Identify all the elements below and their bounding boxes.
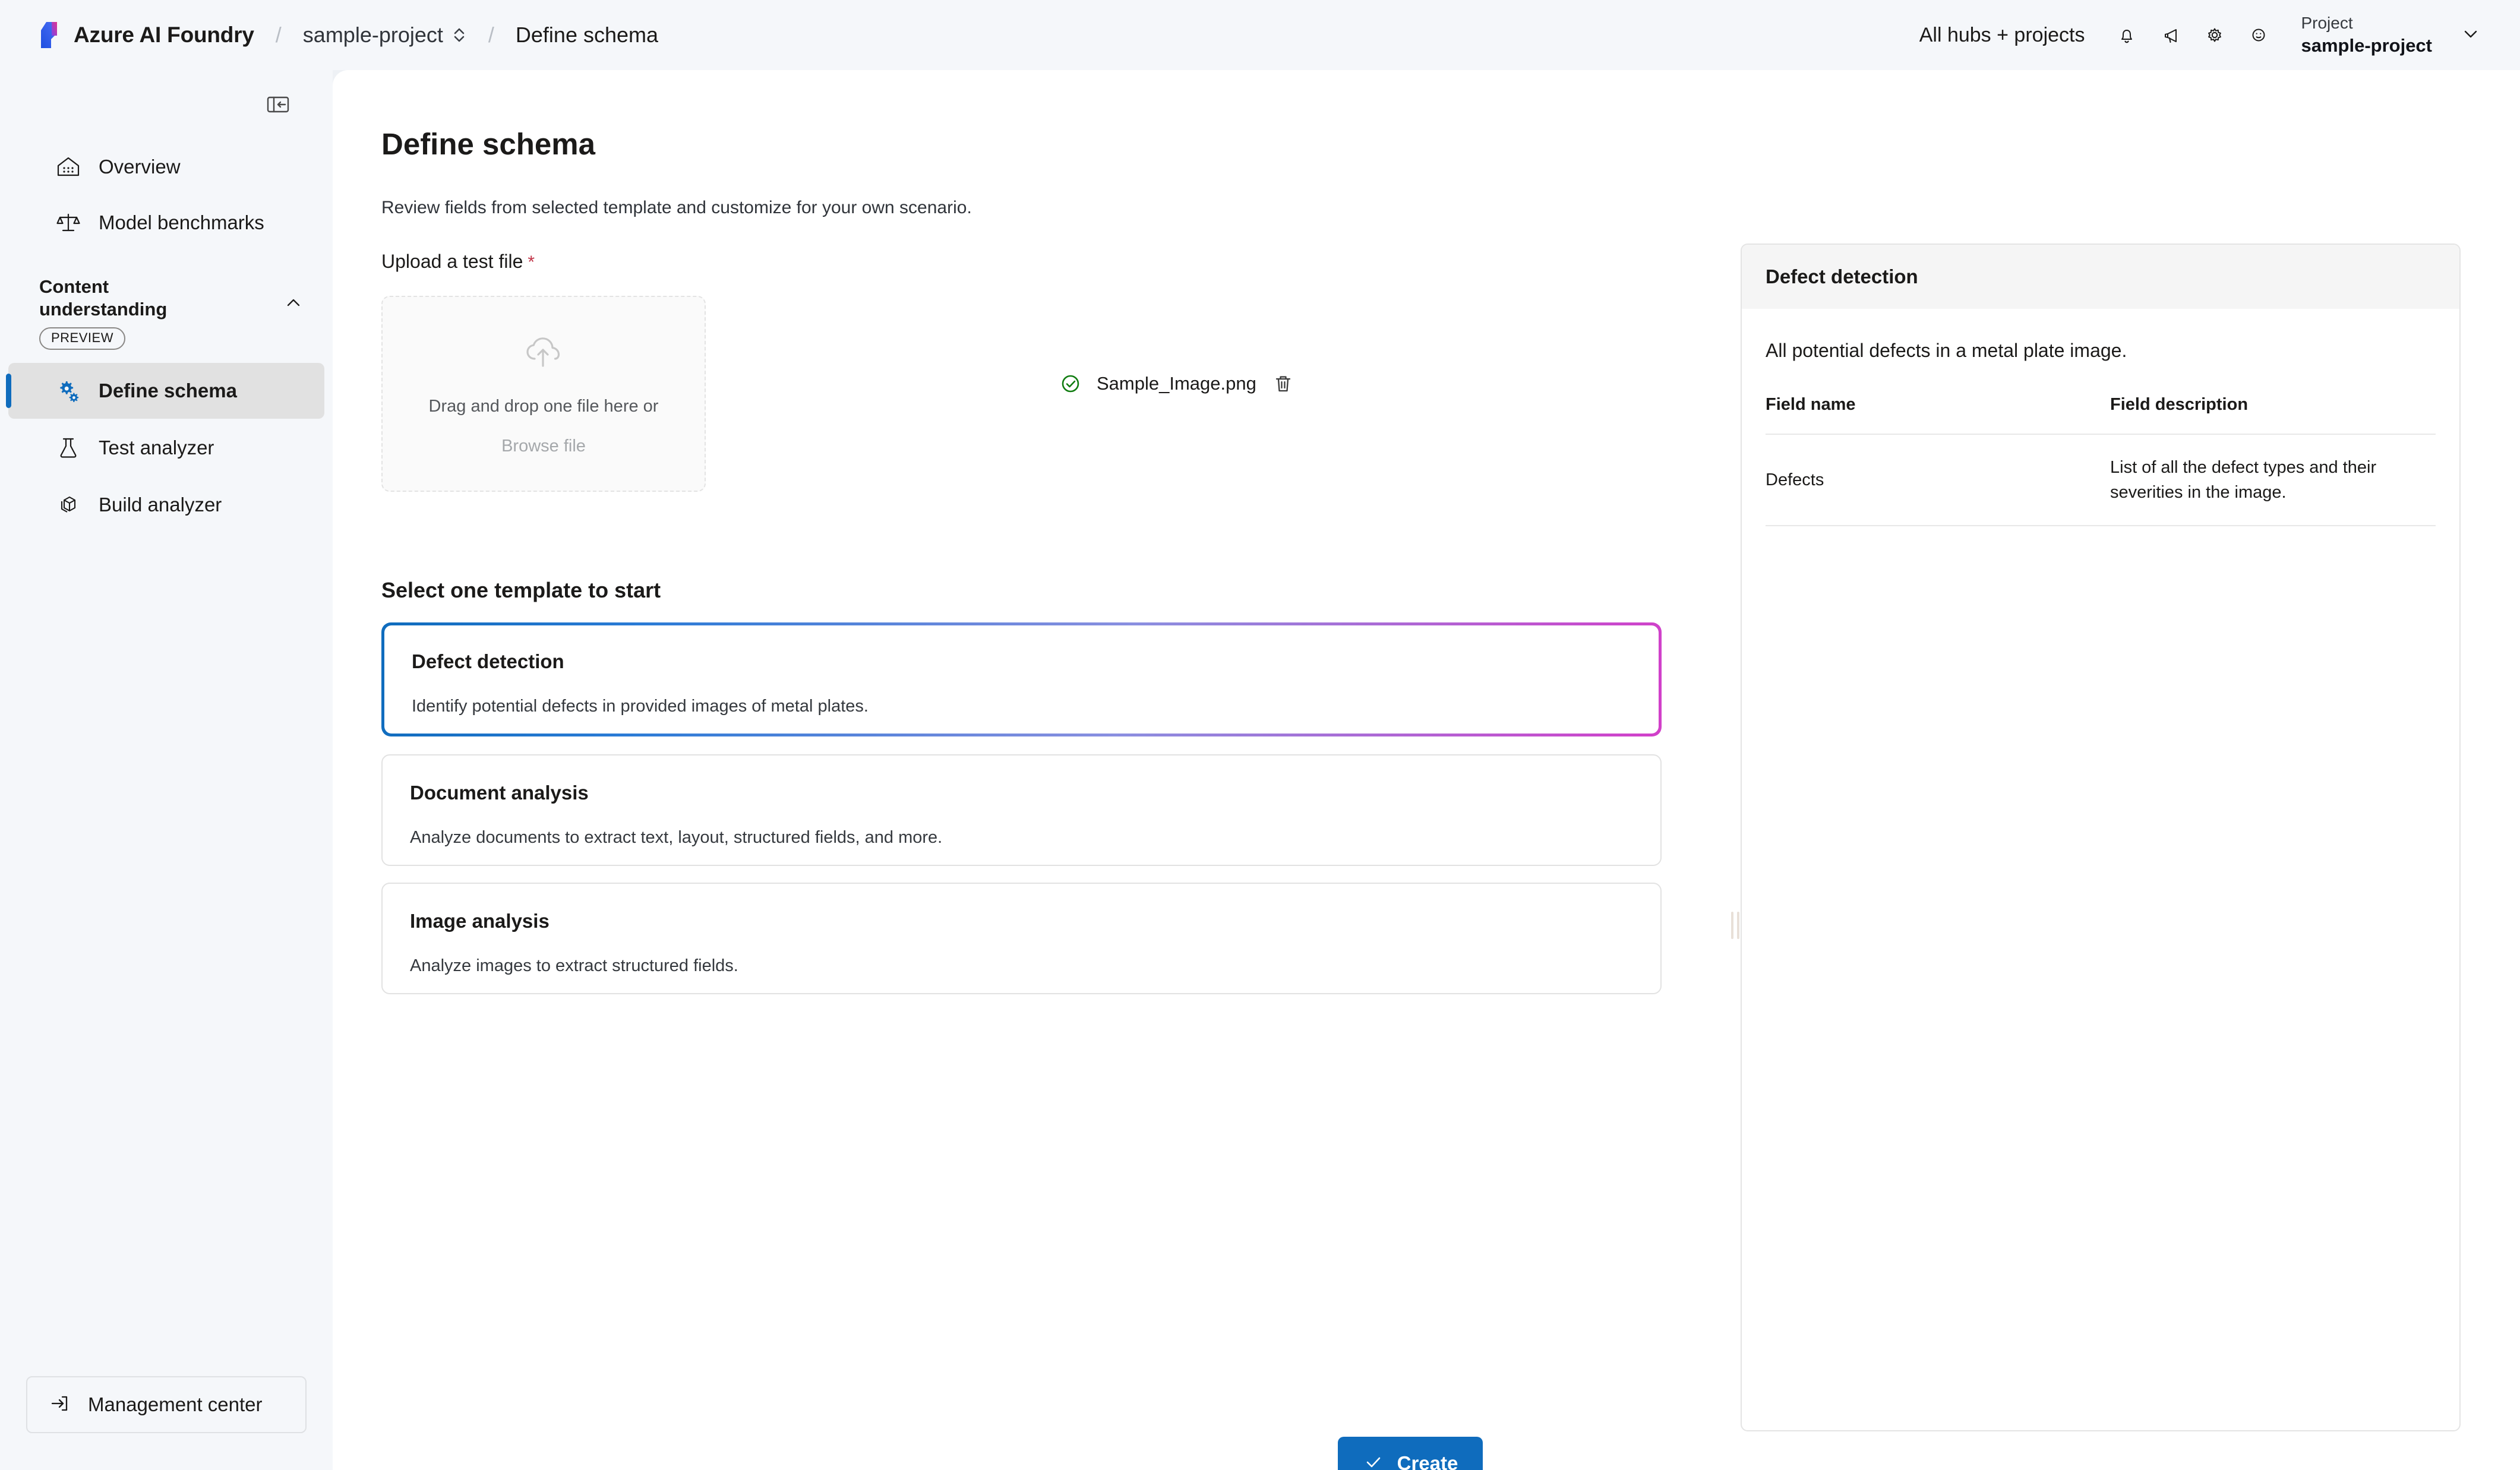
sidebar-item-label: Test analyzer	[99, 436, 214, 459]
template-card-document-analysis[interactable]: Document analysis Analyze documents to e…	[381, 754, 1662, 866]
sidebar-item-label: Overview	[99, 156, 181, 178]
top-bar-actions: All hubs + projects Project sample-proje…	[1919, 12, 2481, 58]
template-details-description: All potential defects in a metal plate i…	[1766, 340, 2127, 361]
uploaded-file-name: Sample_Image.png	[1097, 373, 1256, 394]
management-center-label: Management center	[88, 1393, 263, 1415]
template-card-defect-detection[interactable]: Defect detection Identify potential defe…	[381, 622, 1662, 736]
upload-label-text: Upload a test file	[381, 251, 523, 272]
breadcrumb-separator-2: /	[488, 23, 494, 47]
bell-icon[interactable]	[2105, 13, 2149, 57]
create-button-label: Create	[1397, 1452, 1458, 1470]
page-subtitle: Review fields from selected template and…	[381, 198, 972, 217]
create-button[interactable]: Create	[1338, 1437, 1483, 1470]
gear-icon[interactable]	[2193, 13, 2237, 57]
sidebar-item-label: Model benchmarks	[99, 211, 264, 233]
home-icon	[55, 153, 82, 181]
template-card-description: Analyze documents to extract text, layou…	[410, 828, 943, 847]
chevron-up-icon[interactable]	[277, 286, 310, 320]
sidebar-item-label: Define schema	[99, 379, 237, 402]
sidebar-item-test-analyzer[interactable]: Test analyzer	[8, 420, 324, 476]
column-header-field-name: Field name	[1766, 395, 2110, 435]
collapse-sidebar-icon[interactable]	[260, 88, 296, 121]
resize-grip-icon[interactable]	[1729, 908, 1742, 943]
all-hubs-projects-link[interactable]: All hubs + projects	[1919, 24, 2085, 47]
brand-breadcrumb-group: Azure AI Foundry / sample-project / Defi…	[37, 20, 658, 50]
sidebar-item-define-schema[interactable]: Define schema	[6, 362, 324, 419]
sidebar-item-label: Build analyzer	[99, 493, 222, 516]
required-marker: *	[528, 252, 535, 272]
breadcrumb-project[interactable]: sample-project	[303, 23, 467, 48]
main-column: Define schema Review fields from selecte…	[333, 70, 1711, 1470]
table-header-row: Field name Field description	[1766, 395, 2436, 435]
azure-ai-foundry-logo	[37, 20, 63, 50]
feedback-smiley-icon[interactable]	[2237, 13, 2281, 57]
sidebar-item-model-benchmarks[interactable]: Model benchmarks	[8, 195, 324, 251]
brand-title[interactable]: Azure AI Foundry	[74, 23, 254, 48]
checkmark-icon	[1363, 1452, 1384, 1470]
dropzone-primary-text: Drag and drop one file here or	[428, 397, 659, 416]
scales-icon	[55, 209, 82, 236]
project-switcher[interactable]: Project sample-project	[2301, 12, 2481, 58]
template-card-image-analysis[interactable]: Image analysis Analyze images to extract…	[381, 883, 1662, 994]
template-details-panel: Defect detection All potential defects i…	[1741, 244, 2461, 1431]
uploaded-file-row: Sample_Image.png	[1057, 370, 1297, 397]
file-dropzone[interactable]: Drag and drop one file here or Browse fi…	[381, 296, 706, 492]
management-center-wrapper: Management center	[0, 1376, 333, 1470]
template-card-title: Image analysis	[410, 910, 550, 932]
template-card-description: Analyze images to extract structured fie…	[410, 956, 738, 975]
sidebar-group-title: Content understanding	[39, 276, 168, 320]
browse-file-link[interactable]: Browse file	[501, 437, 586, 456]
column-header-field-description: Field description	[2110, 395, 2436, 435]
project-switcher-name: sample-project	[2301, 35, 2432, 56]
breadcrumb-separator-1: /	[275, 23, 282, 47]
sidebar-group-content-understanding[interactable]: Content understanding PREVIEW	[0, 276, 333, 350]
template-details-title: Defect detection	[1766, 265, 1918, 287]
megaphone-icon[interactable]	[2149, 13, 2193, 57]
flask-icon	[55, 434, 82, 461]
page-title: Define schema	[381, 127, 595, 161]
template-details-header: Defect detection	[1742, 245, 2459, 309]
gears-icon	[55, 377, 82, 404]
sidebar-item-overview[interactable]: Overview	[8, 139, 324, 195]
template-card-title: Defect detection	[412, 650, 564, 672]
top-app-bar: Azure AI Foundry / sample-project / Defi…	[0, 0, 2520, 70]
templates-heading: Select one template to start	[381, 578, 661, 602]
sidebar-collapse-row	[0, 70, 333, 139]
sidebar: Overview Model benchmarks Content unders…	[0, 70, 333, 1470]
trash-icon[interactable]	[1270, 370, 1297, 397]
sidebar-group-items: Define schema Test analyzer Build analyz…	[0, 362, 333, 533]
content-surface: Define schema Review fields from selecte…	[333, 70, 2520, 1470]
preview-badge: PREVIEW	[39, 327, 125, 350]
project-switcher-label: Project	[2301, 14, 2353, 33]
management-center-button[interactable]: Management center	[26, 1376, 307, 1433]
cell-field-name: Defects	[1766, 434, 2110, 527]
arrow-into-box-icon	[48, 1391, 72, 1419]
template-card-title: Document analysis	[410, 782, 589, 804]
template-card-description: Identify potential defects in provided i…	[412, 697, 869, 716]
chevron-up-down-icon	[451, 25, 467, 45]
cloud-upload-icon	[521, 331, 566, 377]
table-row: Defects List of all the defect types and…	[1766, 434, 2436, 527]
fields-table: Field name Field description Defects Lis…	[1766, 395, 2436, 527]
box-package-icon	[55, 491, 82, 519]
chevron-down-icon	[2461, 24, 2481, 47]
breadcrumb-current-page: Define schema	[515, 23, 659, 47]
breadcrumb-project-label: sample-project	[302, 23, 443, 47]
upload-field-label: Upload a test file *	[381, 251, 535, 273]
cell-field-description: List of all the defect types and their s…	[2110, 434, 2436, 527]
sidebar-item-build-analyzer[interactable]: Build analyzer	[8, 477, 324, 533]
check-circle-icon	[1057, 371, 1084, 397]
